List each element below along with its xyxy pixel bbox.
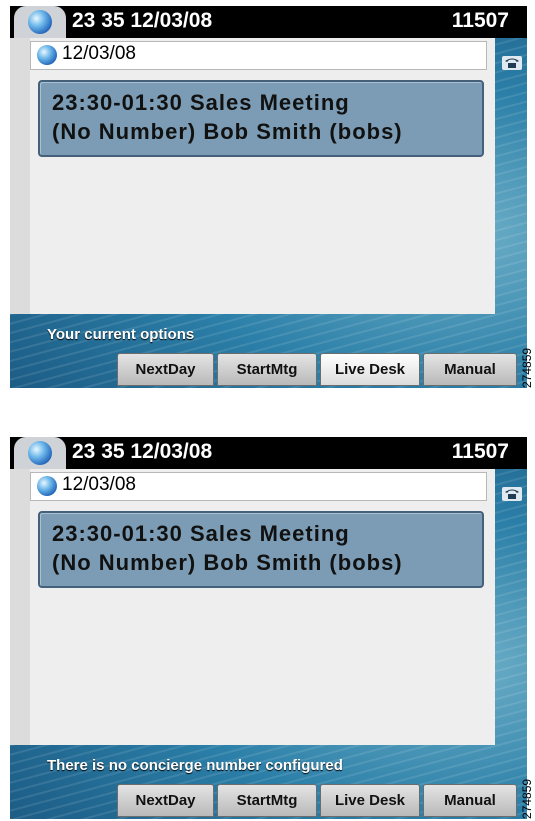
globe-icon — [28, 10, 52, 34]
phone-icon — [502, 56, 522, 70]
content-panel: 12/03/08 23:30-01:30 Sales Meeting (No N… — [10, 469, 495, 745]
softkey-startmtg[interactable]: StartMtg — [217, 784, 317, 817]
extension-number: 11507 — [451, 440, 509, 463]
status-message: There is no concierge number configured — [47, 757, 343, 774]
title-datetime: 23 35 12/03/08 — [72, 9, 213, 32]
softkey-manual[interactable]: Manual — [423, 784, 517, 817]
title-bar: 23 35 12/03/08 11507 — [10, 437, 527, 469]
meeting-time-title: 23:30-01:30 Sales Meeting — [52, 90, 350, 115]
title-datetime: 23 35 12/03/08 — [72, 440, 213, 463]
meeting-item[interactable]: 23:30-01:30 Sales Meeting (No Number) Bo… — [38, 80, 484, 157]
content-panel: 12/03/08 23:30-01:30 Sales Meeting (No N… — [10, 38, 495, 314]
globe-icon — [37, 45, 57, 65]
extension-number: 11507 — [451, 9, 509, 32]
date-header-text: 12/03/08 — [62, 474, 136, 495]
status-message: Your current options — [47, 326, 195, 343]
phone-screen-2: 23 35 12/03/08 11507 12/03/08 23:30-01:3… — [10, 437, 527, 819]
phone-screen-1: 23 35 12/03/08 11507 12/03/08 23:30-01:3… — [10, 6, 527, 388]
left-strip — [10, 469, 30, 745]
globe-icon — [28, 441, 52, 465]
softkey-nextday[interactable]: NextDay — [117, 353, 214, 386]
meeting-organizer: (No Number) Bob Smith (bobs) — [52, 550, 403, 575]
globe-icon — [37, 476, 57, 496]
figure-reference-number: 274859 — [520, 347, 534, 388]
softkey-startmtg[interactable]: StartMtg — [217, 353, 317, 386]
softkey-manual[interactable]: Manual — [423, 353, 517, 386]
phone-icon — [502, 487, 522, 501]
softkey-live-desk[interactable]: Live Desk — [320, 784, 420, 817]
left-strip — [10, 38, 30, 314]
figure-reference-number: 274859 — [520, 778, 534, 819]
meeting-organizer: (No Number) Bob Smith (bobs) — [52, 119, 403, 144]
date-header-text: 12/03/08 — [62, 43, 136, 64]
softkey-nextday[interactable]: NextDay — [117, 784, 214, 817]
softkey-bar: NextDay StartMtg Live Desk Manual — [10, 784, 527, 819]
date-header: 12/03/08 — [30, 41, 487, 70]
title-bar: 23 35 12/03/08 11507 — [10, 6, 527, 38]
softkey-live-desk[interactable]: Live Desk — [320, 353, 420, 386]
softkey-bar: NextDay StartMtg Live Desk Manual — [10, 353, 527, 388]
date-header: 12/03/08 — [30, 472, 487, 501]
meeting-time-title: 23:30-01:30 Sales Meeting — [52, 521, 350, 546]
meeting-item[interactable]: 23:30-01:30 Sales Meeting (No Number) Bo… — [38, 511, 484, 588]
